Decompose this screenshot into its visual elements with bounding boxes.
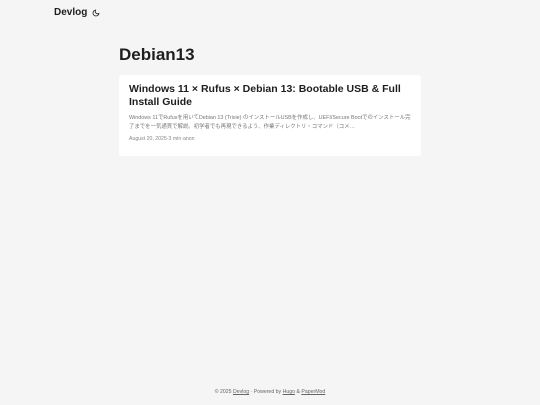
moon-icon xyxy=(92,9,100,17)
post-card[interactable]: Windows 11 × Rufus × Debian 13: Bootable… xyxy=(119,75,421,156)
footer-papermod-link[interactable]: PaperMod xyxy=(301,389,325,395)
post-meta: August 20, 2025·3 min·anon xyxy=(129,135,411,143)
footer-copyright: © 2025 xyxy=(214,389,232,395)
post-reading-time: 3 min xyxy=(168,136,182,142)
site-header: Devlog xyxy=(54,6,486,20)
main-content: Debian13 Windows 11 × Rufus × Debian 13:… xyxy=(119,44,421,156)
footer-amp: & xyxy=(296,389,300,395)
site-footer: © 2025 Devlog · Powered by Hugo & PaperM… xyxy=(0,388,540,396)
theme-toggle-button[interactable] xyxy=(91,8,101,18)
footer-site-link[interactable]: Devlog xyxy=(233,389,249,395)
post-date: August 20, 2025 xyxy=(129,136,167,142)
page-title: Debian13 xyxy=(119,45,195,64)
footer-powered-by: · Powered by xyxy=(250,389,282,395)
post-title[interactable]: Windows 11 × Rufus × Debian 13: Bootable… xyxy=(129,83,411,109)
footer-hugo-link[interactable]: Hugo xyxy=(283,389,295,395)
page: Devlog Debian13 Windows 11 × Rufus × Deb… xyxy=(0,0,540,405)
site-logo-link[interactable]: Devlog xyxy=(54,6,87,20)
post-author: anon xyxy=(182,136,195,142)
post-summary: Windows 11でRufusを用いてDebian 13 (Trixie) の… xyxy=(129,115,411,130)
